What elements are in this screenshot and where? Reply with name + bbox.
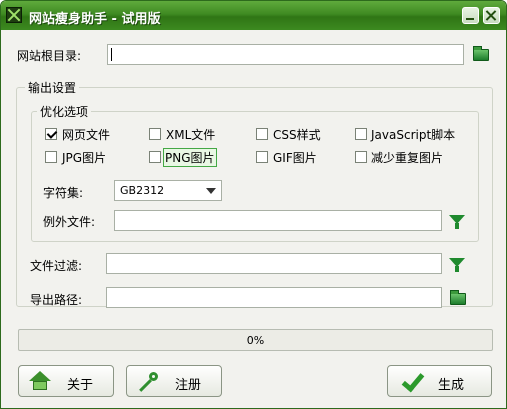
folder-icon[interactable] — [450, 290, 466, 305]
text-cursor — [111, 48, 112, 61]
gif-checkbox[interactable] — [256, 151, 268, 163]
home-icon — [29, 371, 51, 391]
html-files-label[interactable]: 网页文件 — [62, 126, 110, 143]
file-filter-label: 文件过滤: — [30, 259, 83, 273]
gif-label[interactable]: GIF图片 — [273, 149, 317, 166]
dedupe-images-label[interactable]: 减少重复图片 — [371, 149, 443, 166]
export-path-input[interactable] — [106, 287, 442, 308]
folder-icon[interactable] — [473, 46, 489, 61]
filter-icon[interactable] — [449, 258, 465, 272]
window-title: 网站瘦身助手 - 试用版 — [29, 12, 161, 27]
filter-icon[interactable] — [449, 215, 465, 229]
png-checkbox[interactable] — [149, 151, 161, 163]
export-path-label: 导出路径: — [30, 293, 83, 307]
optimize-options-title: 优化选项 — [37, 103, 92, 120]
output-settings-title: 输出设置 — [25, 79, 80, 96]
exclude-files-label: 例外文件: — [43, 215, 96, 229]
charset-value: GB2312 — [120, 184, 165, 197]
main-window: 网站瘦身助手 - 试用版 网站根目录: 输出设置 优化选项 网页文件 XML文件… — [0, 0, 507, 409]
checkmark-icon — [400, 371, 422, 391]
key-icon — [139, 372, 159, 392]
root-dir-label: 网站根目录: — [17, 49, 82, 63]
minimize-icon[interactable] — [462, 7, 479, 24]
chevron-down-icon[interactable] — [206, 188, 216, 194]
register-button[interactable]: 注册 — [126, 365, 222, 397]
png-label[interactable]: PNG图片 — [163, 148, 217, 167]
javascript-checkbox[interactable] — [355, 128, 367, 140]
xml-files-label[interactable]: XML文件 — [166, 126, 215, 143]
about-button-label: 关于 — [67, 378, 94, 393]
file-filter-input[interactable] — [106, 253, 442, 274]
javascript-label[interactable]: JavaScript脚本 — [371, 126, 455, 143]
title-bar[interactable]: 网站瘦身助手 - 试用版 — [1, 1, 506, 30]
css-label[interactable]: CSS样式 — [273, 126, 321, 143]
charset-select[interactable]: GB2312 — [114, 180, 222, 201]
exclude-files-input[interactable] — [114, 210, 442, 231]
jpg-checkbox[interactable] — [45, 151, 57, 163]
register-button-label: 注册 — [175, 378, 202, 393]
generate-button[interactable]: 生成 — [387, 365, 492, 397]
css-checkbox[interactable] — [256, 128, 268, 140]
root-dir-input[interactable] — [107, 44, 464, 65]
xml-files-checkbox[interactable] — [149, 128, 161, 140]
app-logo-icon — [6, 7, 22, 23]
jpg-label[interactable]: JPG图片 — [62, 149, 106, 166]
about-button[interactable]: 关于 — [18, 365, 114, 397]
progress-bar: 0% — [18, 329, 493, 351]
charset-label: 字符集: — [43, 186, 84, 200]
progress-text: 0% — [246, 334, 265, 347]
html-files-checkbox[interactable] — [45, 128, 57, 140]
close-icon[interactable] — [483, 7, 500, 24]
dedupe-images-checkbox[interactable] — [355, 151, 367, 163]
generate-button-label: 生成 — [438, 378, 465, 393]
